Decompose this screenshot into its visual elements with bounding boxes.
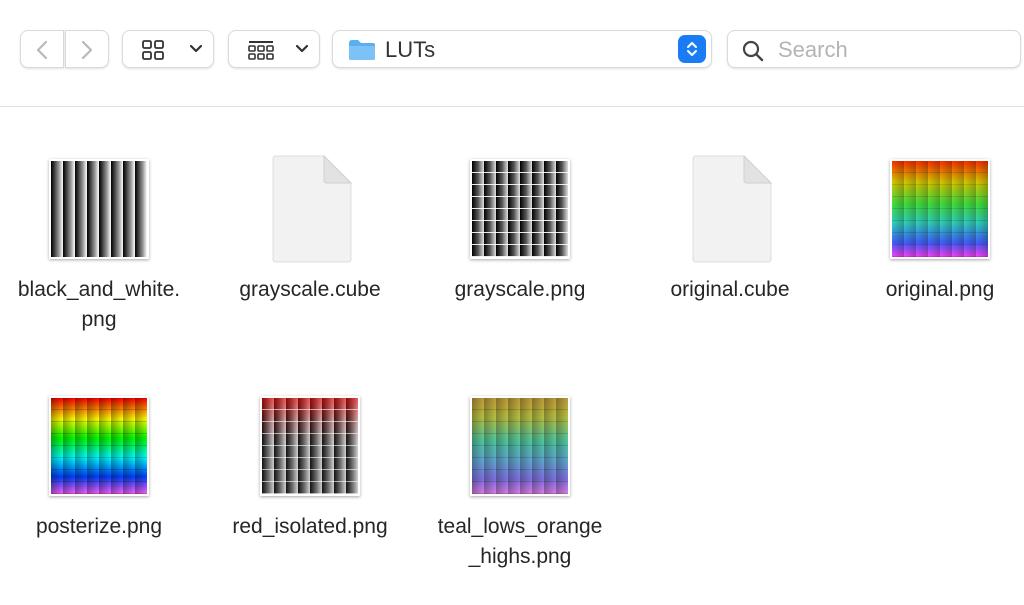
chevron-left-icon xyxy=(36,40,48,60)
current-folder-label: LUTs xyxy=(385,37,436,62)
path-popup-button[interactable]: LUTs xyxy=(332,30,712,68)
document-icon xyxy=(272,155,352,263)
file-name: red_isolated.png xyxy=(232,515,388,538)
lut-preview xyxy=(470,159,570,259)
lut-preview xyxy=(890,159,990,259)
file-name: posterize.png xyxy=(35,515,163,538)
file-thumbnail xyxy=(256,155,364,263)
file-name: grayscale.png xyxy=(454,278,586,301)
view-mode-button[interactable] xyxy=(122,30,214,68)
file-thumbnail xyxy=(886,155,994,263)
search-input[interactable] xyxy=(776,36,1015,64)
search-field[interactable] xyxy=(727,30,1021,68)
file-thumbnail xyxy=(256,392,364,500)
file-name: original.png xyxy=(885,278,995,301)
file-name: grayscale.cube xyxy=(239,278,381,301)
chevron-down-icon xyxy=(295,44,309,53)
chevron-right-icon xyxy=(81,40,93,60)
file-thumbnail xyxy=(466,155,574,263)
lut-preview xyxy=(49,396,149,496)
file-thumbnail xyxy=(45,155,153,263)
lut-preview xyxy=(260,396,360,496)
file-thumbnail xyxy=(45,392,153,500)
group-by-button[interactable] xyxy=(228,30,320,68)
path-stepper[interactable] xyxy=(678,35,706,63)
document-icon xyxy=(692,155,772,263)
folder-icon xyxy=(349,40,375,60)
file-name: teal_lows_orange _highs.png xyxy=(437,515,603,568)
lut-preview xyxy=(49,159,149,259)
search-icon xyxy=(742,40,764,62)
back-button[interactable] xyxy=(20,30,64,68)
group-icon xyxy=(248,41,274,60)
file-name: black_and_white. png xyxy=(17,278,181,331)
lut-preview xyxy=(470,396,570,496)
up-down-chevron-icon xyxy=(687,42,697,56)
file-thumbnail xyxy=(676,155,784,263)
toolbar: LUTs xyxy=(0,0,1024,107)
forward-button[interactable] xyxy=(65,30,109,68)
grid-view-icon xyxy=(142,40,164,60)
file-name: original.cube xyxy=(670,278,790,301)
chevron-down-icon xyxy=(189,44,203,53)
file-thumbnail xyxy=(466,392,574,500)
